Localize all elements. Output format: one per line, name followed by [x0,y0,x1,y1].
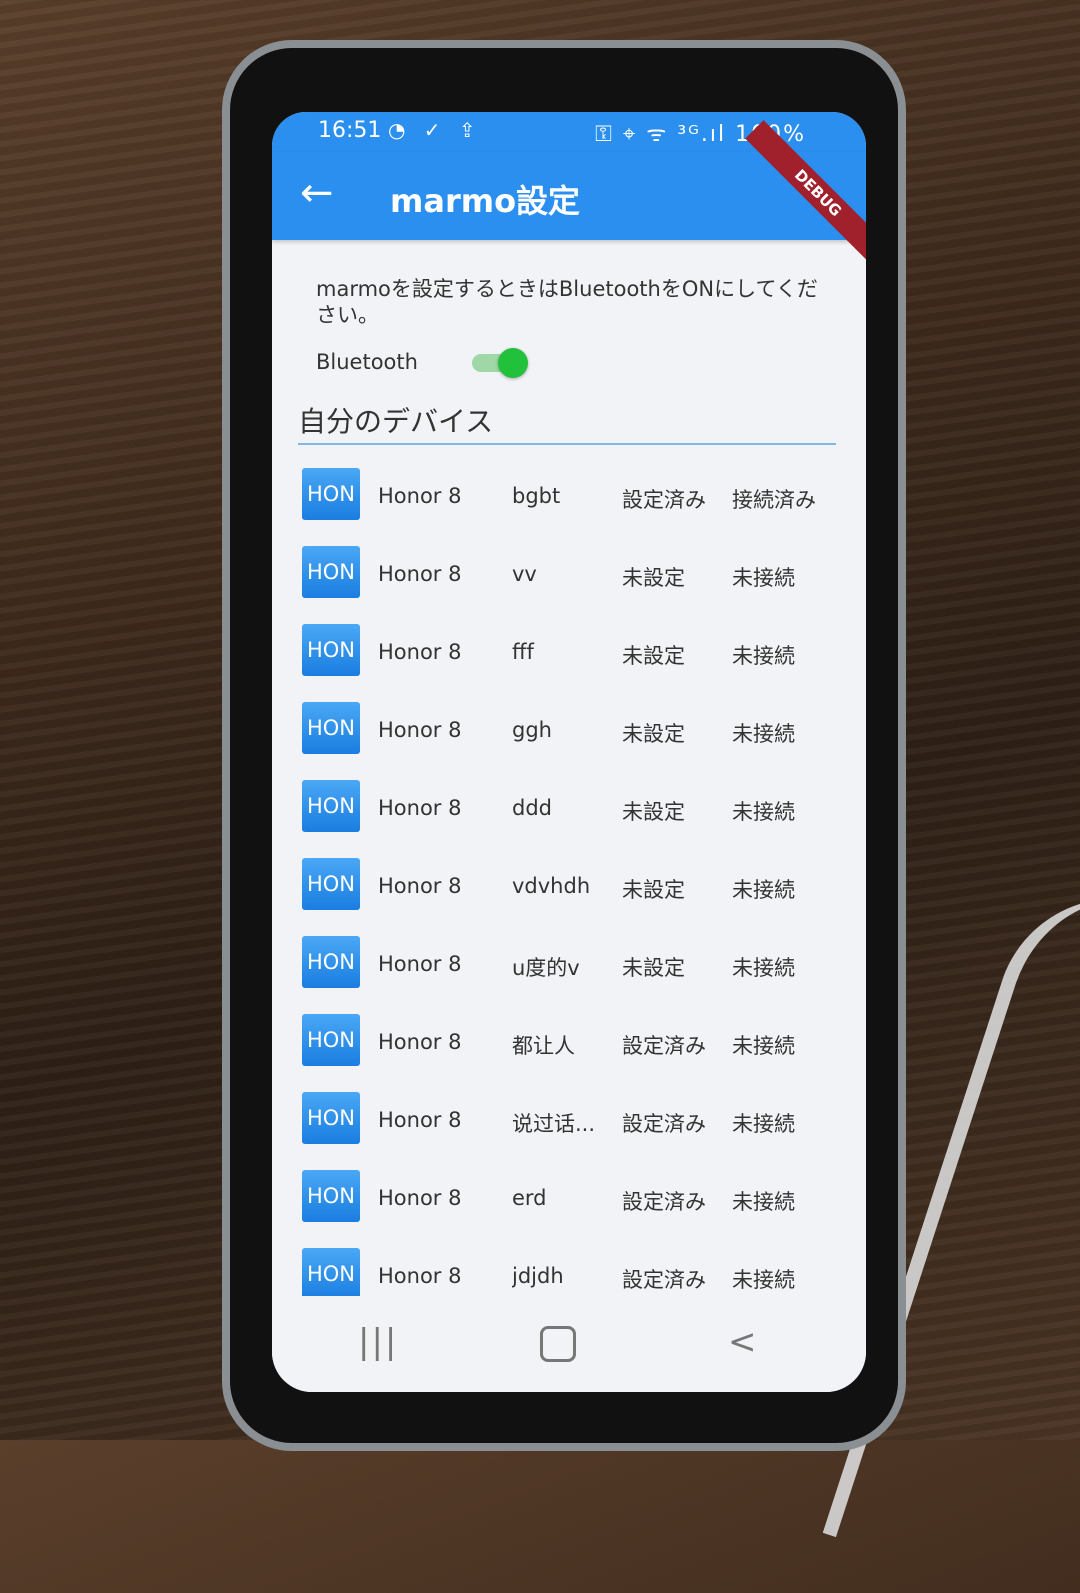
device-connection-status: 未接続 [732,644,795,668]
phone-screen: 16:51 ◔ ✓ ⇪ ⚿ ⌖ ᯤ ³ᴳ.ıl 100% ← marmo設定 D… [272,112,866,1392]
recent-apps-icon[interactable]: ||| [358,1322,398,1362]
device-name: vdvhdh [512,874,591,898]
bluetooth-toggle[interactable] [472,348,530,378]
device-setup-status: 未設定 [622,956,685,980]
device-name: jdjdh [512,1264,564,1288]
device-avatar: HON [302,1170,360,1222]
device-avatar: HON [302,858,360,910]
device-setup-status: 未設定 [622,566,685,590]
device-name: bgbt [512,484,561,508]
device-avatar: HON [302,624,360,676]
device-avatar: HON [302,780,360,832]
device-model: Honor 8 [378,1186,462,1210]
device-model: Honor 8 [378,874,462,898]
nav-back-icon[interactable]: < [728,1322,757,1362]
device-connection-status: 未接続 [732,722,795,746]
device-setup-status: 未設定 [622,800,685,824]
device-setup-status: 未設定 [622,644,685,668]
notification-icons: ◔ ✓ ⇪ [388,118,482,142]
device-avatar: HON [302,546,360,598]
device-row[interactable]: HON Honor 8 vv 未設定 未接続 [298,536,846,614]
device-model: Honor 8 [378,796,462,820]
device-avatar: HON [302,468,360,520]
status-time: 16:51 [318,118,382,143]
device-avatar: HON [302,702,360,754]
device-name: ggh [512,718,552,742]
device-setup-status: 設定済み [622,1034,706,1058]
device-model: Honor 8 [378,1108,462,1132]
back-arrow-icon[interactable]: ← [300,170,334,216]
device-setup-status: 設定済み [622,1268,706,1292]
device-row[interactable]: HON Honor 8 说过话... 設定済み 未接続 [298,1082,846,1160]
device-row[interactable]: HON Honor 8 ggh 未設定 未接続 [298,692,846,770]
section-title-my-devices: 自分のデバイス [298,405,494,438]
device-row[interactable]: HON Honor 8 u度的v 未設定 未接続 [298,926,846,1004]
device-setup-status: 設定済み [622,1112,706,1136]
device-connection-status: 未接続 [732,878,795,902]
device-list: HON Honor 8 bgbt 設定済み 接続済み HON Honor 8 vv 未設定 未接続… [298,458,846,1316]
device-connection-status: 未接続 [732,566,795,590]
bluetooth-label: Bluetooth [316,350,418,374]
page-title: marmo設定 [390,182,581,220]
bluetooth-instruction: marmoを設定するときはBluetoothをONにしてください。 [316,277,818,327]
device-row[interactable]: HON Honor 8 erd 設定済み 未接続 [298,1160,846,1238]
device-name: u度的v [512,956,580,980]
device-setup-status: 設定済み [622,1190,706,1214]
device-connection-status: 未接続 [732,1190,795,1214]
device-row[interactable]: HON Honor 8 都让人 設定済み 未接続 [298,1004,846,1082]
device-name: erd [512,1186,547,1210]
device-model: Honor 8 [378,640,462,664]
device-connection-status: 未接続 [732,1112,795,1136]
device-model: Honor 8 [378,952,462,976]
section-divider [298,443,836,445]
device-model: Honor 8 [378,718,462,742]
device-avatar: HON [302,1248,360,1300]
device-model: Honor 8 [378,1264,462,1288]
app-bar: ← marmo設定 DEBUG [272,120,866,266]
device-avatar: HON [302,936,360,988]
device-connection-status: 接続済み [732,488,816,512]
device-setup-status: 未設定 [622,722,685,746]
home-icon[interactable] [540,1326,576,1362]
device-connection-status: 未接続 [732,800,795,824]
device-name: ddd [512,796,552,820]
device-connection-status: 未接続 [732,1268,795,1292]
toggle-thumb [498,348,528,378]
device-setup-status: 未設定 [622,878,685,902]
device-avatar: HON [302,1092,360,1144]
device-model: Honor 8 [378,484,462,508]
device-connection-status: 未接続 [732,1034,795,1058]
device-model: Honor 8 [378,562,462,586]
device-name: 说过话... [512,1112,596,1136]
device-row[interactable]: HON Honor 8 bgbt 設定済み 接続済み [298,458,846,536]
device-connection-status: 未接続 [732,956,795,980]
device-name: fff [512,640,534,664]
device-row[interactable]: HON Honor 8 vdvhdh 未設定 未接続 [298,848,846,926]
device-name: 都让人 [512,1034,575,1058]
device-model: Honor 8 [378,1030,462,1054]
device-name: vv [512,562,537,586]
device-setup-status: 設定済み [622,488,706,512]
device-row[interactable]: HON Honor 8 ddd 未設定 未接続 [298,770,846,848]
navigation-bar: ||| < [272,1296,866,1392]
device-avatar: HON [302,1014,360,1066]
device-row[interactable]: HON Honor 8 fff 未設定 未接続 [298,614,846,692]
